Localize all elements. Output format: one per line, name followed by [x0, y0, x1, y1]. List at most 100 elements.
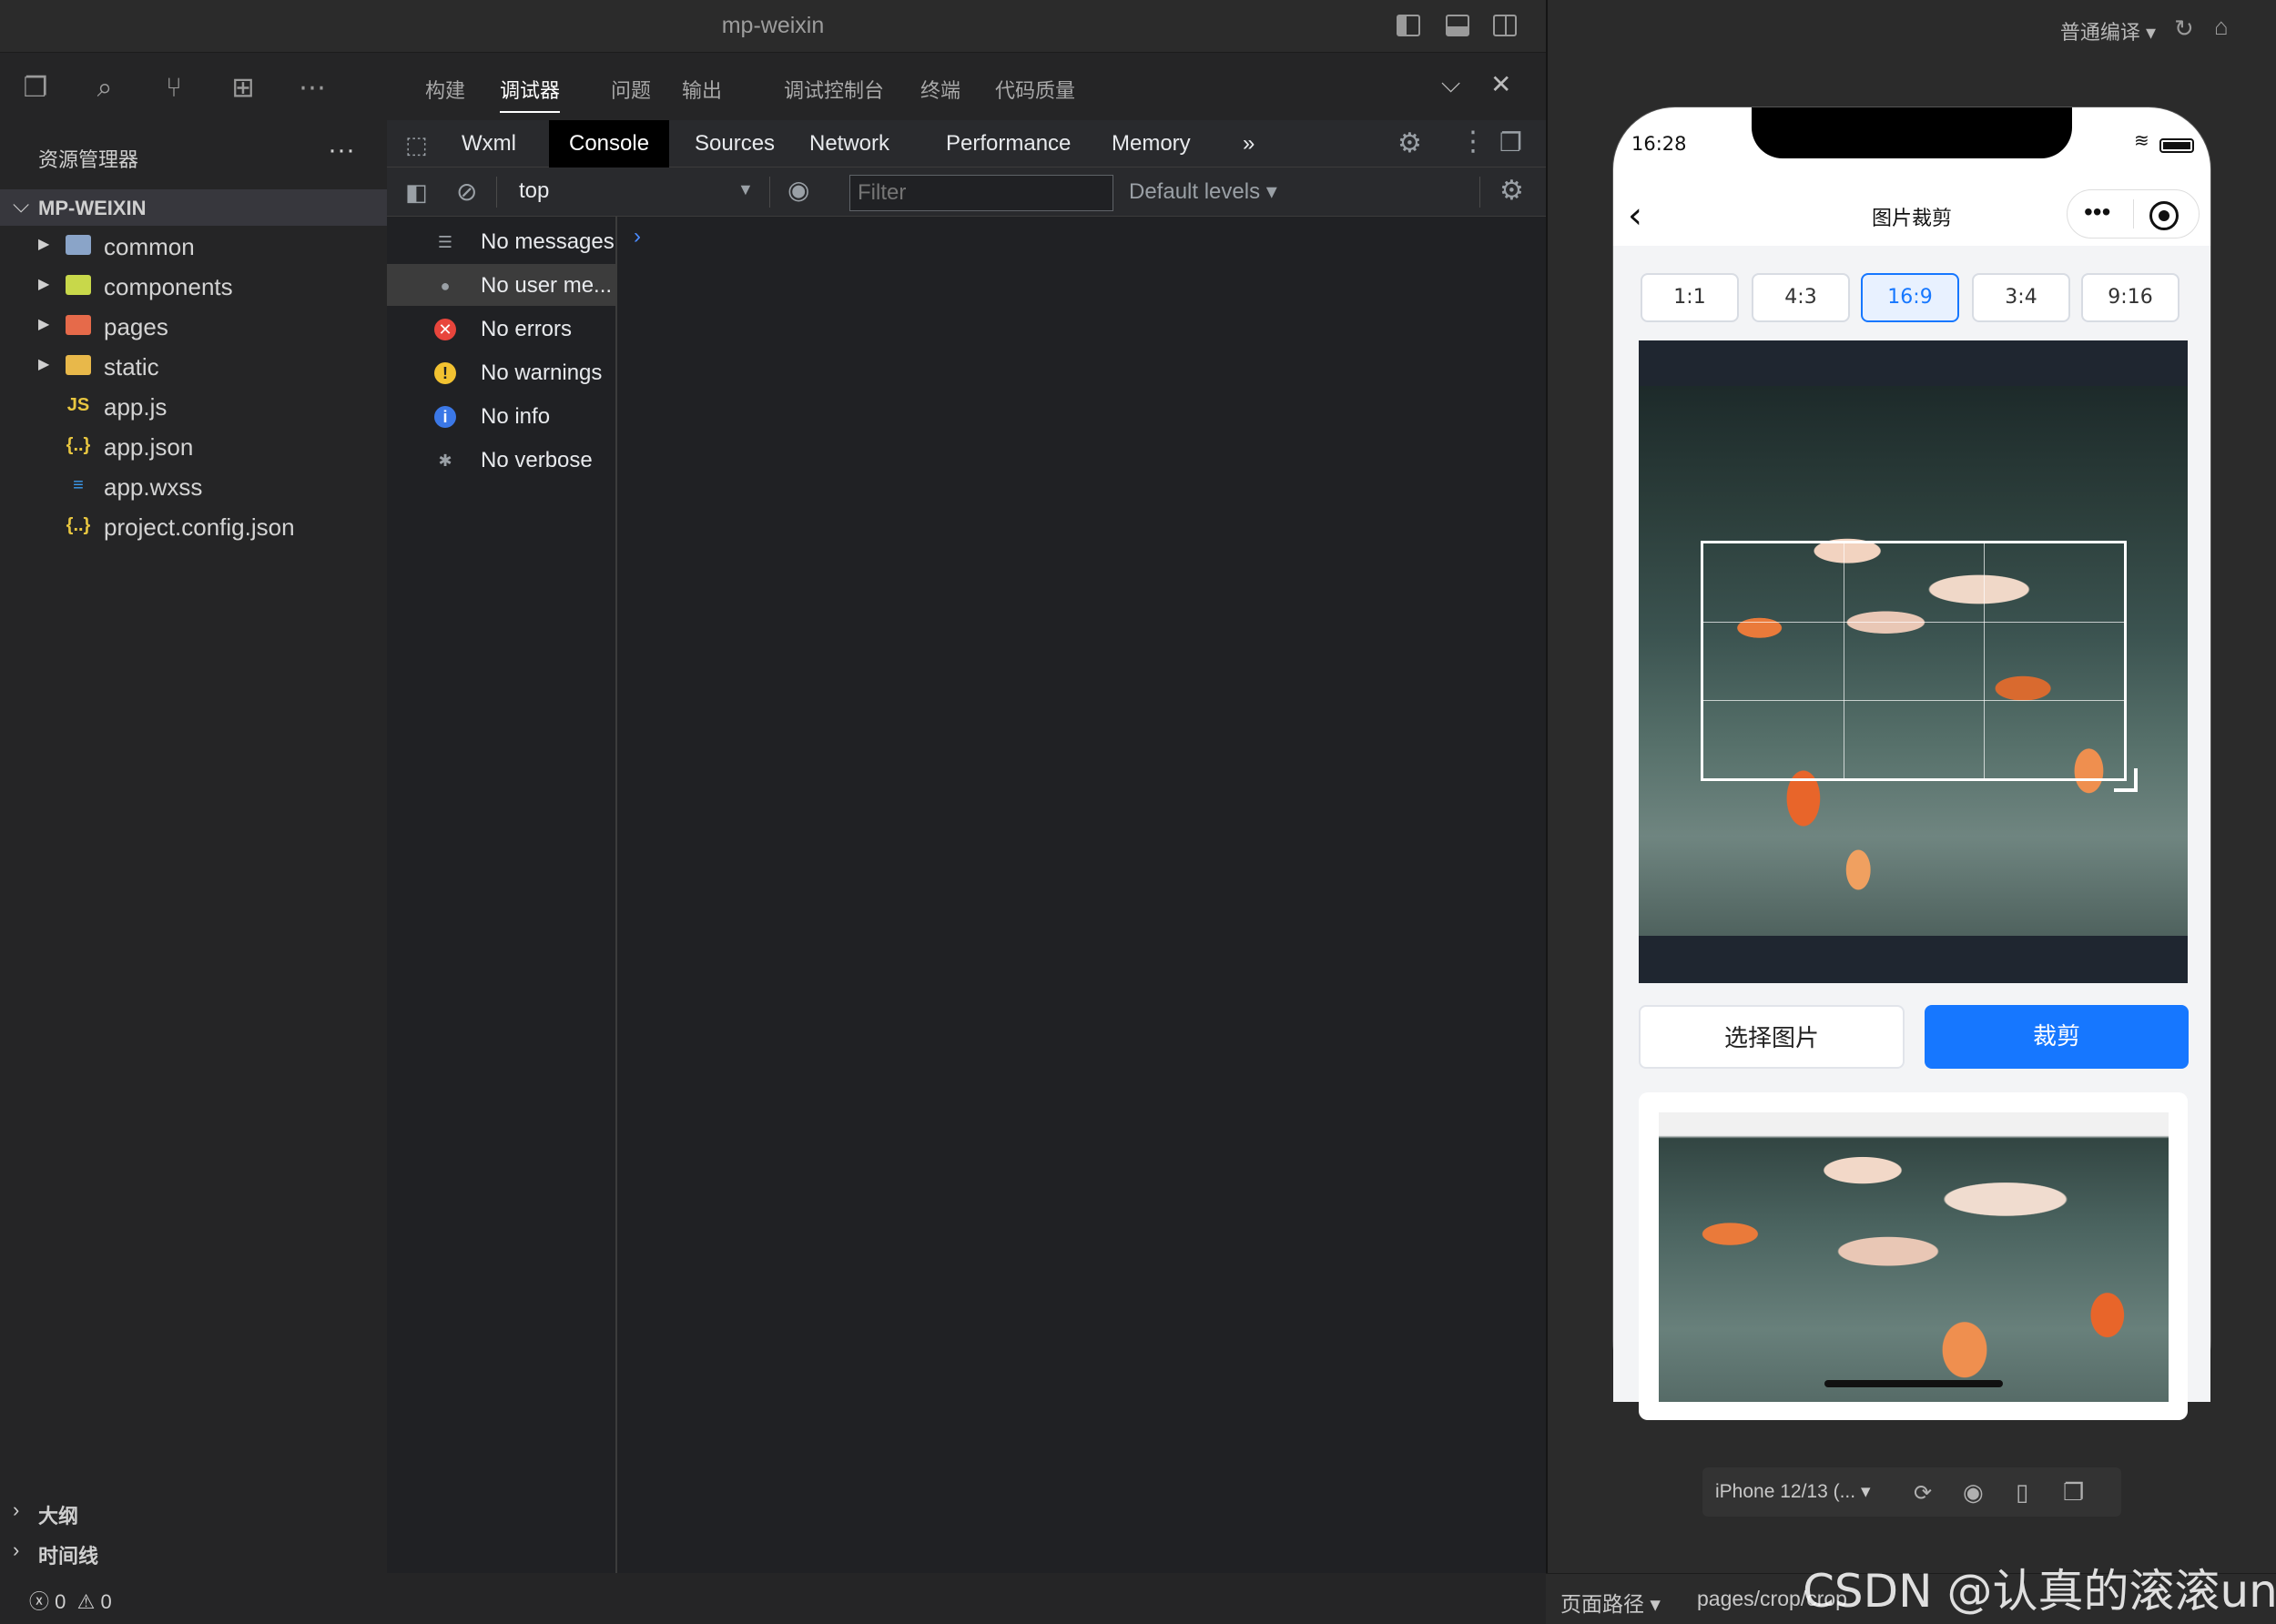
panel-tab-4[interactable]: 调试控制台	[784, 75, 884, 104]
ratio-button[interactable]: 3:4	[1972, 273, 2070, 322]
filter-input[interactable]	[849, 175, 1113, 211]
problems-status[interactable]: ⓧ 0 ⚠ 0	[29, 1586, 112, 1615]
chevron-down-icon[interactable]: ⌵	[1441, 69, 1460, 99]
ratio-button[interactable]: 9:16	[2081, 273, 2179, 322]
file-icon: JS	[66, 395, 90, 415]
source-control-icon[interactable]: ⑂	[158, 73, 189, 104]
settings-icon[interactable]: ⚙	[1397, 127, 1422, 159]
clear-console-icon[interactable]: ⊘	[456, 177, 477, 207]
activity-bar: ❐ ⌕ ⑂ ⊞ ⋯	[0, 53, 387, 126]
tree-item-label: pages	[104, 313, 168, 340]
caret-right-icon: ▶	[38, 317, 50, 332]
console-filter-item[interactable]: ! No warnings	[387, 351, 617, 393]
toggle-panel-icon[interactable]	[1446, 15, 1469, 36]
refresh-icon[interactable]: ↻	[2174, 15, 2194, 43]
choose-image-button[interactable]: 选择图片	[1639, 1005, 1905, 1069]
explorer-title: 资源管理器	[38, 148, 139, 171]
close-icon[interactable]: ✕	[1490, 69, 1511, 99]
tree-item-pages[interactable]: ▶ pages	[0, 308, 387, 344]
timeline-section[interactable]: › 时间线	[0, 1531, 387, 1571]
panel-tab-0[interactable]: 构建	[425, 75, 465, 104]
list-icon: ☰	[437, 233, 453, 251]
tree-item-static[interactable]: ▶ static	[0, 348, 387, 384]
tree-item-label: common	[104, 233, 195, 260]
log-levels-select[interactable]: Default levels ▾	[1129, 178, 1277, 205]
explorer-icon[interactable]: ❐	[20, 73, 51, 104]
file-icon: ≡	[73, 475, 84, 495]
toggle-split-icon[interactable]	[1493, 15, 1517, 36]
panel-tab-1[interactable]: 调试器	[500, 75, 561, 113]
close-miniprogram-icon[interactable]	[2149, 201, 2179, 230]
inspect-element-icon[interactable]: ⬚	[405, 131, 428, 159]
crop-resize-handle[interactable]	[2114, 768, 2138, 792]
tree-item-app-wxss[interactable]: ≡ app.wxss	[0, 468, 387, 504]
project-root[interactable]: ⌵ MP-WEIXIN	[0, 189, 387, 226]
panel-tab-6[interactable]: 代码质量	[995, 75, 1075, 104]
devtools-tab-sources[interactable]: Sources	[675, 120, 795, 167]
devtools-tab-console[interactable]: Console	[549, 120, 670, 167]
devtools-tab-performance[interactable]: Performance	[926, 120, 1091, 167]
tree-item-components[interactable]: ▶ components	[0, 268, 387, 304]
crop-box[interactable]	[1701, 541, 2127, 781]
tree-item-project-config-json[interactable]: {..} project.config.json	[0, 508, 387, 544]
panel-tab-5[interactable]: 终端	[920, 75, 960, 104]
folder-icon	[66, 315, 91, 335]
search-icon[interactable]: ⌕	[89, 73, 120, 104]
console-output[interactable]: ›	[617, 217, 1546, 1573]
tree-item-label: project.config.json	[104, 513, 295, 541]
clear-cache-icon[interactable]: ⌂	[2214, 13, 2229, 41]
folder-icon	[66, 355, 91, 375]
status-bar: ⓧ 0 ⚠ 0	[0, 1573, 1546, 1624]
console-settings-icon[interactable]: ⚙	[1499, 175, 1524, 207]
user-icon: ●	[440, 277, 451, 295]
ratio-button[interactable]: 1:1	[1641, 273, 1739, 322]
tree-item-label: app.js	[104, 393, 168, 421]
page-path-label[interactable]: 页面路径 ▾	[1560, 1587, 1661, 1618]
phone-icon[interactable]: ▯	[2016, 1478, 2028, 1507]
console-filter-label: No info	[481, 404, 551, 429]
crop-button[interactable]: 裁剪	[1925, 1005, 2189, 1069]
record-icon[interactable]: ◉	[1963, 1478, 1984, 1507]
live-expression-eye-icon[interactable]: ◉	[787, 175, 809, 205]
rotate-icon[interactable]: ⟳	[1914, 1480, 1932, 1507]
outline-label: 大纲	[38, 1505, 79, 1528]
console-filter-label: No messages	[481, 229, 615, 254]
tree-item-label: app.wxss	[104, 473, 203, 501]
extensions-icon[interactable]: ⊞	[228, 73, 259, 104]
devtools-tab-memory[interactable]: Memory	[1092, 120, 1211, 167]
ratio-button[interactable]: 16:9	[1861, 273, 1959, 322]
phone-notch	[1752, 107, 2072, 158]
tree-item-common[interactable]: ▶ common	[0, 228, 387, 264]
more-dots-icon[interactable]: •••	[2084, 198, 2110, 227]
error-icon: ✕	[434, 319, 456, 340]
compile-mode-select[interactable]: 普通编译 ▾	[2060, 16, 2156, 46]
tree-item-app-js[interactable]: JS app.js	[0, 388, 387, 424]
undock-icon[interactable]: ❐	[1499, 127, 1522, 157]
devtools-tab-wxml[interactable]: Wxml	[442, 120, 536, 167]
console-filter-item[interactable]: i No info	[387, 395, 617, 437]
error-icon: ⓧ	[29, 1590, 50, 1613]
more-tabs-icon[interactable]: »	[1223, 120, 1275, 167]
more-icon[interactable]: ⋯	[297, 73, 328, 104]
console-filter-item[interactable]: ✕ No errors	[387, 308, 617, 350]
panel-tab-2[interactable]: 问题	[611, 75, 651, 104]
triangle-down-icon[interactable]: ▼	[737, 180, 754, 199]
device-select[interactable]: iPhone 12/13 (... ▾	[1715, 1480, 1870, 1503]
panel-tab-3[interactable]: 输出	[682, 75, 722, 104]
ratio-button[interactable]: 4:3	[1752, 273, 1850, 322]
console-filter-item[interactable]: ✱ No verbose	[387, 439, 617, 481]
console-filter-label: No user me...	[481, 273, 613, 298]
kebab-menu-icon[interactable]: ⋮	[1459, 126, 1487, 157]
tree-item-app-json[interactable]: {..} app.json	[0, 428, 387, 464]
home-indicator	[1824, 1380, 2003, 1387]
console-filter-item[interactable]: ● No user me...	[387, 264, 617, 306]
console-filter-item[interactable]: ☰ No messages	[387, 220, 617, 262]
explorer-more-button[interactable]: ···	[328, 135, 355, 166]
outline-section[interactable]: › 大纲	[0, 1491, 387, 1531]
window-icon[interactable]: ❐	[2063, 1478, 2084, 1507]
sidebar-toggle-icon[interactable]: ◧	[405, 178, 428, 207]
context-selector[interactable]: top	[519, 178, 549, 204]
toggle-sidebar-icon[interactable]	[1397, 15, 1420, 36]
devtools-tab-network[interactable]: Network	[789, 120, 909, 167]
caret-right-icon: ▶	[38, 277, 50, 292]
